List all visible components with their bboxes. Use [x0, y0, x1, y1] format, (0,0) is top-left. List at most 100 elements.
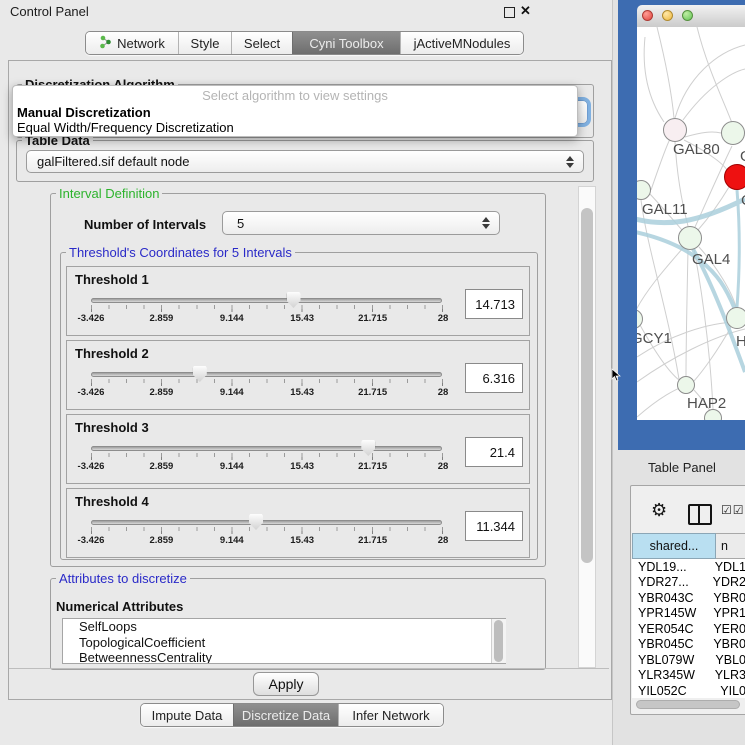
- threshold-slider[interactable]: -3.4262.8599.14415.4321.71528: [91, 513, 442, 549]
- network-node[interactable]: [724, 164, 745, 190]
- threshold-label: Threshold 2: [75, 346, 149, 361]
- slider-track[interactable]: [91, 298, 442, 303]
- threshold-slider[interactable]: -3.4262.8599.14415.4321.71528: [91, 439, 442, 475]
- tick-label: 21.715: [358, 313, 387, 324]
- table-row[interactable]: YDR27...YDR2: [632, 575, 745, 591]
- node-label: HAP2: [687, 395, 726, 412]
- table-cell[interactable]: YLR345W: [632, 668, 709, 682]
- table-data-combobox[interactable]: galFiltered.sif default node: [26, 150, 584, 173]
- threshold-value-input[interactable]: [465, 511, 523, 541]
- close-window-icon[interactable]: [642, 10, 653, 21]
- network-node[interactable]: [721, 121, 745, 145]
- minimize-window-icon[interactable]: [662, 10, 673, 21]
- apply-button[interactable]: Apply: [253, 672, 319, 696]
- table-cell[interactable]: YBL079W: [632, 653, 709, 667]
- network-canvas[interactable]: GAL80GCGAL11GAL4GCY1HHAP2: [637, 27, 745, 420]
- tab-network[interactable]: Network: [86, 32, 178, 54]
- node-label: G: [740, 148, 745, 165]
- network-node[interactable]: [678, 226, 702, 250]
- float-window-icon[interactable]: [504, 7, 515, 18]
- tab-impute-data[interactable]: Impute Data: [141, 704, 233, 726]
- table-cell[interactable]: YPR1: [707, 606, 745, 620]
- table-cell[interactable]: YDR2: [707, 575, 745, 589]
- table-cell[interactable]: YBR043C: [632, 591, 707, 605]
- columns-icon[interactable]: [688, 504, 712, 525]
- node-label: H: [736, 333, 745, 350]
- list-scrollbar-thumb[interactable]: [494, 620, 503, 662]
- tab-style[interactable]: Style: [178, 32, 231, 54]
- threshold-panel: Threshold 2 -3.4262.8599.14415.4321.7152…: [66, 340, 530, 410]
- column-header-name[interactable]: n: [716, 533, 745, 559]
- tab-cyni-toolbox[interactable]: Cyni Toolbox: [292, 32, 400, 54]
- table-cell[interactable]: YBL0: [709, 653, 745, 667]
- slider-track[interactable]: [91, 372, 442, 377]
- tick-label: 9.144: [220, 313, 244, 324]
- dropdown-item-equal-width-frequency[interactable]: Equal Width/Frequency Discretization: [17, 120, 573, 135]
- table-row[interactable]: YBR043CYBR0: [632, 590, 745, 606]
- threshold-slider[interactable]: -3.4262.8599.14415.4321.71528: [91, 365, 442, 401]
- network-node[interactable]: [663, 118, 687, 142]
- table-cell[interactable]: YDL19...: [632, 560, 709, 574]
- node-label: C: [741, 192, 745, 209]
- slider-track[interactable]: [91, 446, 442, 451]
- slider-track[interactable]: [91, 520, 442, 525]
- attribute-list-item[interactable]: SelfLoops: [63, 619, 505, 635]
- network-window-titlebar[interactable]: [637, 5, 745, 28]
- column-header-shared[interactable]: shared...: [632, 533, 716, 559]
- list-scrollbar[interactable]: [491, 619, 506, 663]
- table-cell[interactable]: YIL052C: [632, 684, 714, 698]
- dropdown-item-manual-discretization[interactable]: Manual Discretization: [17, 105, 573, 120]
- threshold-value-input[interactable]: [465, 363, 523, 393]
- table-row[interactable]: YBR045CYBR0: [632, 637, 745, 653]
- tab-discretize-data[interactable]: Discretize Data: [233, 704, 338, 726]
- threshold-slider[interactable]: -3.4262.8599.14415.4321.71528: [91, 291, 442, 327]
- table-row[interactable]: YPR145WYPR1: [632, 606, 745, 622]
- table-cell[interactable]: YER054C: [632, 622, 707, 636]
- network-node[interactable]: [704, 409, 722, 420]
- tab-select[interactable]: Select: [231, 32, 292, 54]
- table-cell[interactable]: YIL0: [714, 684, 745, 698]
- thresholds-group-title: Threshold's Coordinates for 5 Intervals: [66, 245, 295, 260]
- threshold-value-input[interactable]: [465, 289, 523, 319]
- table-row[interactable]: YIL052CYIL0: [632, 683, 745, 698]
- table-cell[interactable]: YER0: [707, 622, 745, 636]
- tick-labels: -3.4262.8599.14415.4321.71528: [91, 313, 443, 325]
- network-node[interactable]: [677, 376, 695, 394]
- tick-labels: -3.4262.8599.14415.4321.71528: [91, 461, 443, 473]
- table-cell[interactable]: YDL1: [709, 560, 745, 574]
- tick-label: 28: [438, 535, 449, 546]
- tick-label: 21.715: [358, 535, 387, 546]
- network-node[interactable]: [726, 307, 745, 329]
- attribute-list-item[interactable]: TopologicalCoefficient: [63, 635, 505, 651]
- gear-icon[interactable]: ⚙: [651, 500, 667, 521]
- numeric-attribute-list[interactable]: SelfLoopsTopologicalCoefficientBetweenne…: [62, 618, 506, 664]
- table-cell[interactable]: YLR3: [709, 668, 745, 682]
- attribute-list-item[interactable]: BetweennessCentrality: [63, 650, 505, 664]
- table-row[interactable]: YBL079WYBL0: [632, 652, 745, 668]
- table-cell[interactable]: YBR0: [707, 637, 745, 651]
- interval-definition-title: Interval Definition: [56, 186, 162, 201]
- table-row[interactable]: YER054CYER0: [632, 621, 745, 637]
- tab-infer-network[interactable]: Infer Network: [338, 704, 443, 726]
- tab-jactivemnodules[interactable]: jActiveMNodules: [400, 32, 523, 54]
- node-label: GAL11: [642, 201, 688, 218]
- table-cell[interactable]: YBR045C: [632, 637, 707, 651]
- combo-arrows-icon: [482, 217, 490, 229]
- table-horizontal-scrollbar-thumb[interactable]: [636, 700, 740, 709]
- table-row[interactable]: YDL19...YDL1: [632, 559, 745, 575]
- threshold-panel: Threshold 4 -3.4262.8599.14415.4321.7152…: [66, 488, 530, 558]
- zoom-window-icon[interactable]: [682, 10, 693, 21]
- slider-minor-ticks: [91, 305, 443, 309]
- select-columns-icon[interactable]: ☑☑: [721, 503, 745, 517]
- table-row[interactable]: YLR345WYLR3: [632, 668, 745, 684]
- slider-minor-ticks: [91, 527, 443, 531]
- tick-label: 9.144: [220, 387, 244, 398]
- threshold-value-input[interactable]: [465, 437, 523, 467]
- table-cell[interactable]: YPR145W: [632, 606, 707, 620]
- table-cell[interactable]: YBR0: [707, 591, 745, 605]
- close-icon[interactable]: ✕: [520, 3, 531, 19]
- node-label: GAL4: [692, 251, 730, 268]
- table-cell[interactable]: YDR27...: [632, 575, 707, 589]
- number-of-intervals-combobox[interactable]: 5: [222, 211, 500, 235]
- settings-scrollbar-thumb[interactable]: [581, 208, 593, 563]
